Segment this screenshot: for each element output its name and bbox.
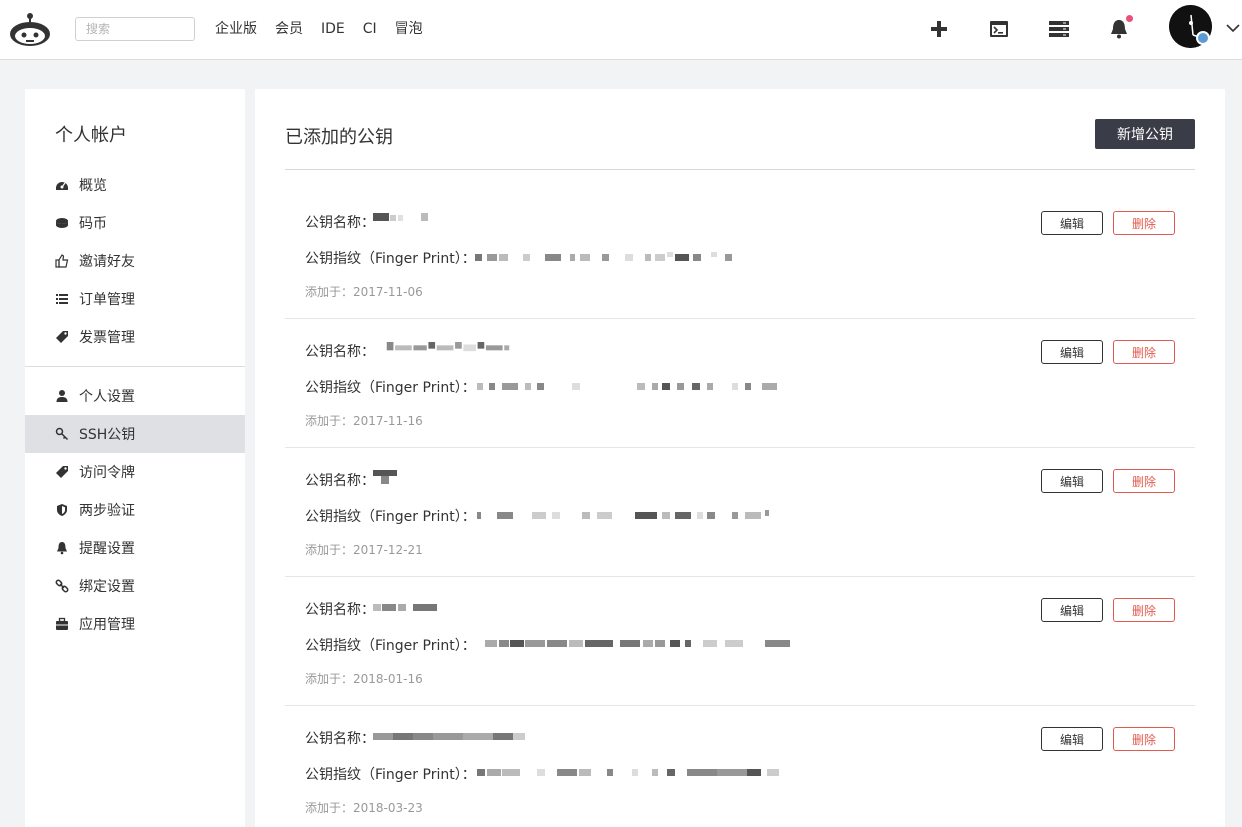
nav-bubble-link[interactable]: 冒泡 (395, 19, 423, 39)
sidebar-item-invite[interactable]: 邀请好友 (25, 242, 245, 280)
title-divider (285, 169, 1195, 170)
sidebar-item-label: 个人设置 (79, 389, 135, 405)
ssh-key-item: 公钥名称： 公钥指纹（Finger Print）： 添加于：2017-11-16… (285, 319, 1195, 448)
redacted-key-name (373, 470, 397, 484)
edit-key-button[interactable]: 编辑 (1041, 469, 1103, 493)
ssh-key-item: 公钥名称： 公钥指纹（Finger Print）： 添加于：2017-12-21… (285, 448, 1195, 577)
top-nav-links: 企业版 会员 IDE CI 冒泡 (215, 19, 441, 39)
sidebar-item-label: 发票管理 (79, 330, 135, 346)
sidebar-item-label: 两步验证 (79, 503, 135, 519)
sidebar-title: 个人帐户 (55, 125, 127, 146)
fingerprint-label: 公钥指纹（Finger Print）： (305, 509, 476, 525)
ticket-icon (56, 466, 68, 478)
thumbs-up-icon (55, 254, 69, 268)
fingerprint-label: 公钥指纹（Finger Print）： (305, 251, 476, 267)
redacted-fingerprint (485, 640, 790, 647)
terminal-icon[interactable] (988, 18, 1010, 40)
key-name-label: 公钥名称： (305, 731, 375, 747)
redacted-fingerprint (475, 252, 732, 261)
add-key-button[interactable]: 新增公钥 (1095, 119, 1195, 149)
sidebar-item-profile[interactable]: 个人设置 (25, 377, 245, 415)
briefcase-icon (56, 617, 68, 630)
sidebar-item-invoices[interactable]: 发票管理 (25, 318, 245, 356)
dashboard-icon (56, 182, 68, 190)
delete-key-button[interactable]: 删除 (1113, 211, 1175, 235)
fingerprint-label: 公钥指纹（Finger Print）： (305, 380, 476, 396)
redacted-fingerprint (477, 383, 777, 390)
delete-key-button[interactable]: 删除 (1113, 598, 1175, 622)
key-added-date: 添加于：2017-11-16 (305, 414, 423, 428)
sidebar-item-coins[interactable]: 码币 (25, 204, 245, 242)
key-added-date: 添加于：2017-12-21 (305, 543, 423, 557)
ssh-keys-panel: 已添加的公钥 新增公钥 公钥名称： 公钥指纹（Finger Print）： 添加… (255, 89, 1225, 827)
edit-key-button[interactable]: 编辑 (1041, 727, 1103, 751)
sidebar-divider (25, 366, 245, 367)
key-icon (55, 427, 69, 441)
sidebar: 个人帐户 概览 码币 邀请好友 订单管理 发票管理 个人设置 SSH公钥 访问令… (25, 89, 245, 827)
sidebar-item-label: SSH公钥 (79, 427, 136, 443)
coding-logo-icon[interactable] (8, 12, 52, 48)
delete-key-button[interactable]: 删除 (1113, 727, 1175, 751)
nav-ide-link[interactable]: IDE (321, 19, 345, 39)
list-icon (56, 294, 68, 304)
key-name-label: 公钥名称： (305, 602, 375, 618)
nav-member-link[interactable]: 会员 (275, 19, 303, 39)
shield-icon (57, 504, 67, 516)
plus-icon[interactable] (928, 18, 950, 40)
key-added-date: 添加于：2018-03-23 (305, 801, 423, 815)
key-added-date: 添加于：2018-01-16 (305, 672, 423, 686)
redacted-key-name (373, 604, 437, 611)
sidebar-item-two-factor[interactable]: 两步验证 (25, 491, 245, 529)
edit-key-button[interactable]: 编辑 (1041, 340, 1103, 364)
server-icon[interactable] (1048, 18, 1070, 40)
edit-key-button[interactable]: 编辑 (1041, 211, 1103, 235)
tag-icon (56, 331, 68, 343)
key-name-label: 公钥名称： (305, 215, 375, 231)
redacted-fingerprint (477, 769, 779, 776)
sidebar-item-overview[interactable]: 概览 (25, 166, 245, 204)
sidebar-item-label: 应用管理 (79, 617, 135, 633)
nav-ci-link[interactable]: CI (363, 19, 377, 39)
chevron-down-icon[interactable] (1225, 22, 1241, 34)
sidebar-item-label: 提醒设置 (79, 541, 135, 557)
bell-icon (57, 542, 67, 555)
link-icon (55, 579, 69, 593)
redacted-fingerprint (477, 510, 769, 519)
sidebar-item-notifications[interactable]: 提醒设置 (25, 529, 245, 567)
ssh-key-item: 公钥名称： 公钥指纹（Finger Print）： 添加于：2017-11-06… (285, 190, 1195, 319)
avatar-badge (1196, 31, 1210, 45)
sidebar-item-ssh-keys[interactable]: SSH公钥 (25, 415, 245, 453)
sidebar-item-apps[interactable]: 应用管理 (25, 605, 245, 643)
key-name-label: 公钥名称： (305, 473, 375, 489)
sidebar-item-label: 绑定设置 (79, 579, 135, 595)
key-name-label: 公钥名称： (305, 344, 375, 360)
nav-enterprise-link[interactable]: 企业版 (215, 19, 257, 39)
delete-key-button[interactable]: 删除 (1113, 469, 1175, 493)
redacted-key-name (386, 342, 510, 352)
top-navbar: 企业版 会员 IDE CI 冒泡 (0, 0, 1242, 60)
redacted-key-name (373, 213, 428, 221)
sidebar-item-label: 访问令牌 (79, 465, 135, 481)
user-icon (56, 390, 68, 402)
fingerprint-label: 公钥指纹（Finger Print）： (305, 767, 476, 783)
redacted-key-name (373, 733, 525, 740)
sidebar-item-label: 订单管理 (79, 292, 135, 308)
page-title: 已添加的公钥 (285, 127, 393, 148)
delete-key-button[interactable]: 删除 (1113, 340, 1175, 364)
ssh-key-item: 公钥名称： 公钥指纹（Finger Print）： 添加于：2018-03-23… (285, 706, 1195, 827)
sidebar-item-label: 邀请好友 (79, 254, 135, 270)
sidebar-item-orders[interactable]: 订单管理 (25, 280, 245, 318)
sidebar-item-label: 码币 (79, 216, 107, 232)
key-added-date: 添加于：2017-11-06 (305, 285, 423, 299)
sidebar-item-label: 概览 (79, 178, 107, 194)
edit-key-button[interactable]: 编辑 (1041, 598, 1103, 622)
sidebar-item-bindings[interactable]: 绑定设置 (25, 567, 245, 605)
notification-dot (1126, 15, 1133, 22)
sidebar-item-access-tokens[interactable]: 访问令牌 (25, 453, 245, 491)
ssh-key-item: 公钥名称： 公钥指纹（Finger Print）： 添加于：2018-01-16… (285, 577, 1195, 706)
fingerprint-label: 公钥指纹（Finger Print）： (305, 638, 476, 654)
coin-icon (56, 218, 68, 228)
search-input[interactable] (75, 17, 195, 41)
